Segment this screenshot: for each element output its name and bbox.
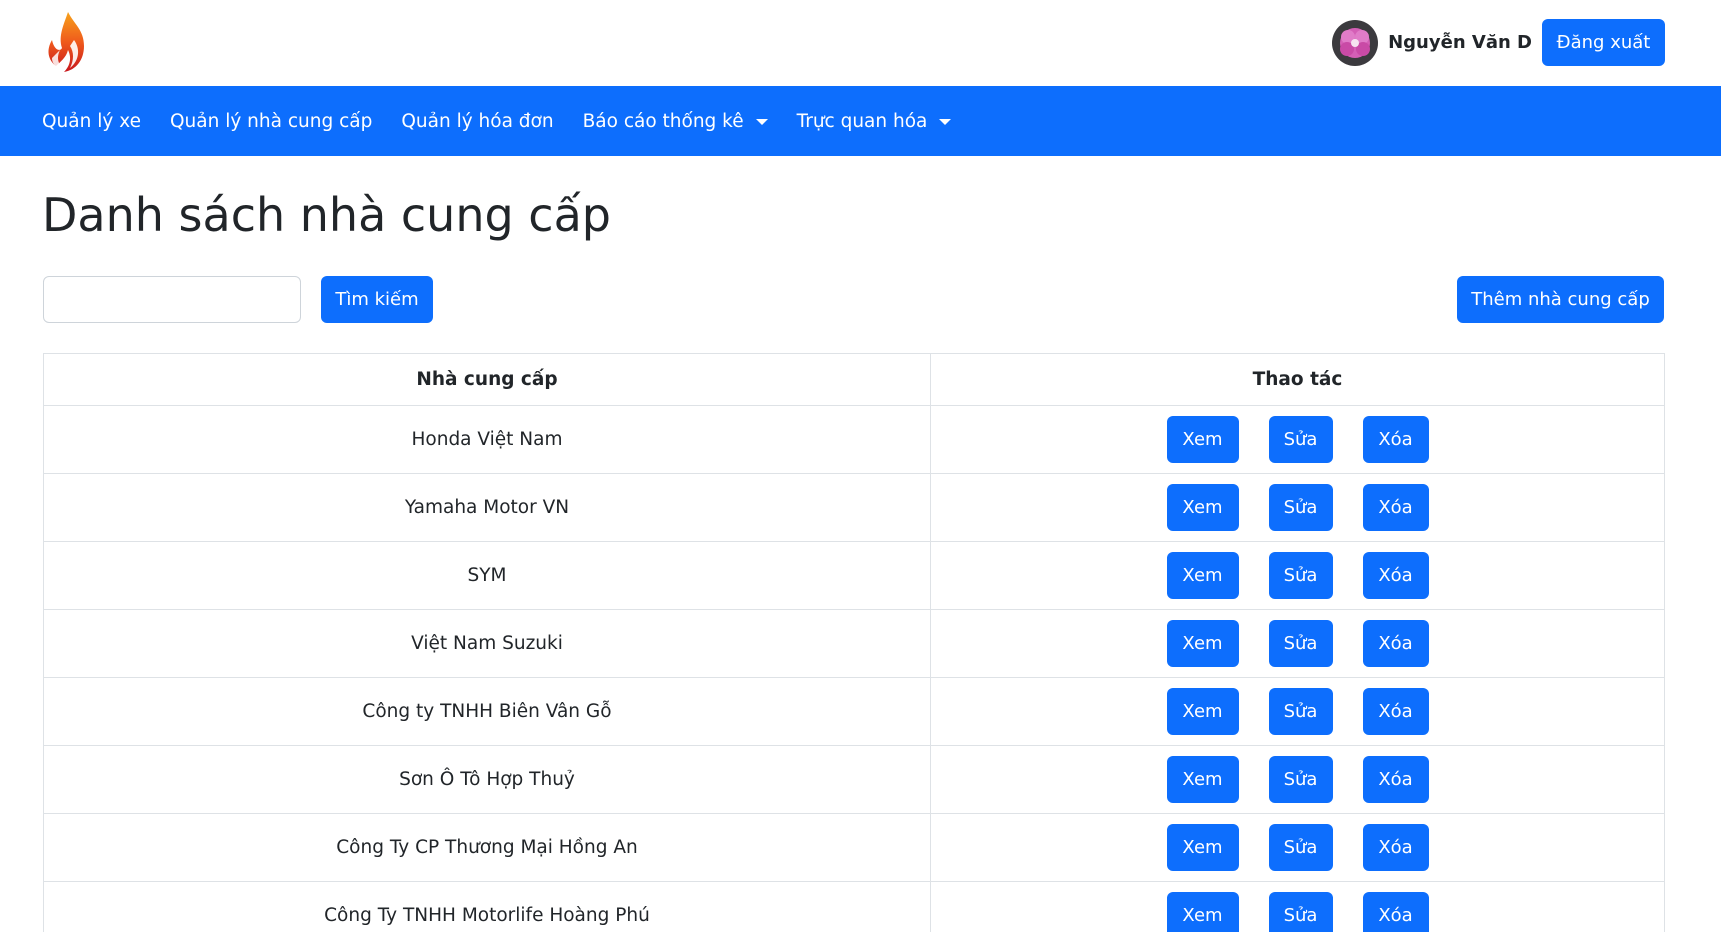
delete-button[interactable]: Xóa bbox=[1362, 620, 1429, 667]
table-row: Yamaha Motor VN Xem Sửa Xóa bbox=[43, 473, 1665, 542]
supplier-name-cell: Công ty TNHH Biên Vân Gỗ bbox=[43, 677, 931, 746]
search-button[interactable]: Tìm kiếm bbox=[321, 276, 433, 323]
table-row: Công ty TNHH Biên Vân Gỗ Xem Sửa Xóa bbox=[43, 677, 1665, 746]
edit-button[interactable]: Sửa bbox=[1268, 484, 1333, 531]
user-area: Nguyễn Văn D Đăng xuất bbox=[1332, 19, 1665, 66]
page-title: Danh sách nhà cung cấp bbox=[42, 188, 611, 242]
supplier-table: Nhà cung cấp Thao tác Honda Việt Nam Xem… bbox=[43, 353, 1665, 932]
main-navbar: Quản lý xe Quản lý nhà cung cấp Quản lý … bbox=[0, 86, 1721, 156]
logout-button[interactable]: Đăng xuất bbox=[1542, 19, 1665, 66]
edit-button[interactable]: Sửa bbox=[1268, 756, 1333, 803]
caret-down-icon bbox=[939, 118, 952, 125]
view-button[interactable]: Xem bbox=[1166, 756, 1239, 803]
search-input[interactable] bbox=[43, 276, 301, 323]
user-name: Nguyễn Văn D bbox=[1388, 32, 1532, 53]
actions-cell: Xem Sửa Xóa bbox=[930, 405, 1665, 474]
table-row: Công Ty CP Thương Mại Hồng An Xem Sửa Xó… bbox=[43, 813, 1665, 882]
nav-item-label: Quản lý hóa đơn bbox=[401, 110, 554, 132]
nav-item-label: Báo cáo thống kê bbox=[582, 110, 744, 132]
nav-item-label: Quản lý xe bbox=[42, 110, 141, 132]
edit-button[interactable]: Sửa bbox=[1268, 824, 1333, 871]
delete-button[interactable]: Xóa bbox=[1362, 688, 1429, 735]
view-button[interactable]: Xem bbox=[1166, 892, 1239, 932]
table-header-row: Nhà cung cấp Thao tác bbox=[43, 353, 1665, 406]
view-button[interactable]: Xem bbox=[1166, 416, 1239, 463]
actions-cell: Xem Sửa Xóa bbox=[930, 677, 1665, 746]
flame-logo-icon[interactable] bbox=[40, 10, 96, 78]
delete-button[interactable]: Xóa bbox=[1362, 416, 1429, 463]
supplier-name-cell: Việt Nam Suzuki bbox=[43, 609, 931, 678]
actions-cell: Xem Sửa Xóa bbox=[930, 813, 1665, 882]
actions-cell: Xem Sửa Xóa bbox=[930, 881, 1665, 932]
delete-button[interactable]: Xóa bbox=[1362, 484, 1429, 531]
delete-button[interactable]: Xóa bbox=[1362, 824, 1429, 871]
nav-item-visualization-dropdown[interactable]: Trực quan hóa bbox=[797, 111, 952, 132]
nav-item-invoices[interactable]: Quản lý hóa đơn bbox=[401, 111, 553, 132]
add-supplier-button[interactable]: Thêm nhà cung cấp bbox=[1457, 276, 1664, 323]
column-header-supplier: Nhà cung cấp bbox=[43, 353, 931, 406]
supplier-table-container: Nhà cung cấp Thao tác Honda Việt Nam Xem… bbox=[43, 353, 1665, 932]
nav-item-label: Quản lý nhà cung cấp bbox=[169, 110, 373, 132]
supplier-name-cell: Honda Việt Nam bbox=[43, 405, 931, 474]
edit-button[interactable]: Sửa bbox=[1268, 620, 1333, 667]
delete-button[interactable]: Xóa bbox=[1362, 552, 1429, 599]
table-row: Công Ty TNHH Motorlife Hoàng Phú Xem Sửa… bbox=[43, 881, 1665, 932]
view-button[interactable]: Xem bbox=[1166, 824, 1239, 871]
view-button[interactable]: Xem bbox=[1166, 552, 1239, 599]
caret-down-icon bbox=[755, 118, 768, 125]
table-row: Sơn Ô Tô Hợp Thuỷ Xem Sửa Xóa bbox=[43, 745, 1665, 814]
delete-button[interactable]: Xóa bbox=[1362, 756, 1429, 803]
actions-cell: Xem Sửa Xóa bbox=[930, 541, 1665, 610]
column-header-actions: Thao tác bbox=[930, 353, 1665, 406]
edit-button[interactable]: Sửa bbox=[1268, 416, 1333, 463]
actions-cell: Xem Sửa Xóa bbox=[930, 473, 1665, 542]
table-row: Việt Nam Suzuki Xem Sửa Xóa bbox=[43, 609, 1665, 678]
actions-cell: Xem Sửa Xóa bbox=[930, 745, 1665, 814]
edit-button[interactable]: Sửa bbox=[1268, 892, 1333, 932]
supplier-name-cell: Công Ty TNHH Motorlife Hoàng Phú bbox=[43, 881, 931, 932]
avatar[interactable] bbox=[1332, 19, 1379, 66]
nav-item-vehicles[interactable]: Quản lý xe bbox=[42, 111, 141, 132]
nav-item-reports-dropdown[interactable]: Báo cáo thống kê bbox=[583, 111, 768, 132]
supplier-name-cell: Sơn Ô Tô Hợp Thuỷ bbox=[43, 745, 931, 814]
supplier-name-cell: Yamaha Motor VN bbox=[43, 473, 931, 542]
nav-item-label: Trực quan hóa bbox=[796, 110, 928, 132]
edit-button[interactable]: Sửa bbox=[1268, 552, 1333, 599]
view-button[interactable]: Xem bbox=[1166, 620, 1239, 667]
table-row: Honda Việt Nam Xem Sửa Xóa bbox=[43, 405, 1665, 474]
view-button[interactable]: Xem bbox=[1166, 688, 1239, 735]
supplier-name-cell: Công Ty CP Thương Mại Hồng An bbox=[43, 813, 931, 882]
delete-button[interactable]: Xóa bbox=[1362, 892, 1429, 932]
edit-button[interactable]: Sửa bbox=[1268, 688, 1333, 735]
nav-item-suppliers[interactable]: Quản lý nhà cung cấp bbox=[170, 111, 372, 132]
table-row: SYM Xem Sửa Xóa bbox=[43, 541, 1665, 610]
view-button[interactable]: Xem bbox=[1166, 484, 1239, 531]
supplier-name-cell: SYM bbox=[43, 541, 931, 610]
top-header: Nguyễn Văn D Đăng xuất bbox=[0, 0, 1721, 86]
actions-cell: Xem Sửa Xóa bbox=[930, 609, 1665, 678]
